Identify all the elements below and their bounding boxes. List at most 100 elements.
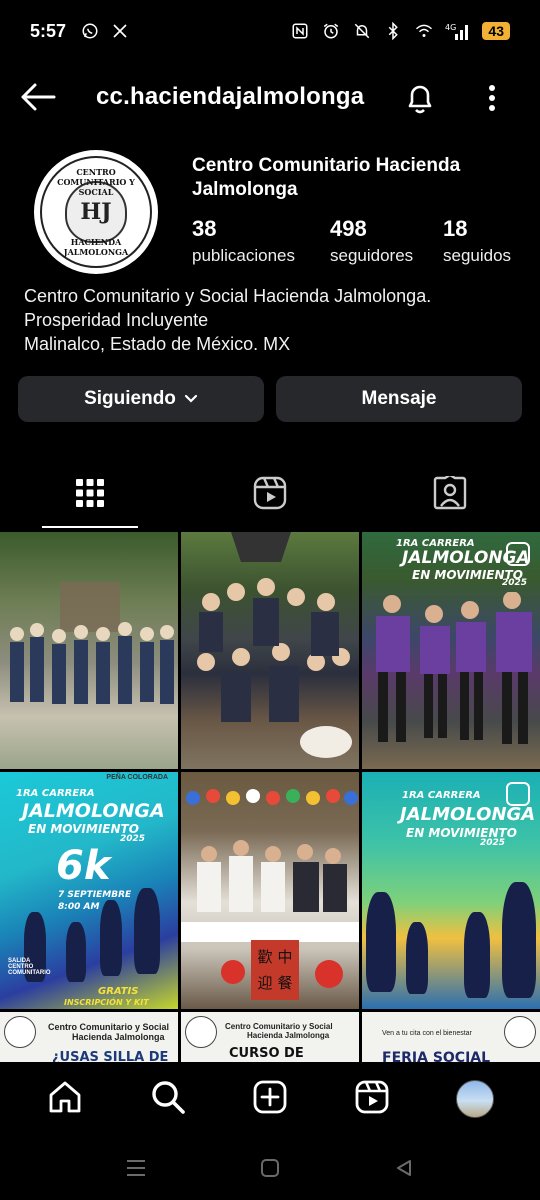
stat-posts[interactable]: 38 publicaciones xyxy=(192,216,295,266)
recents-icon[interactable] xyxy=(124,1156,148,1180)
post-thumbnail[interactable]: 歡中迎餐 xyxy=(181,772,359,1009)
seal-logo-small xyxy=(4,1016,36,1048)
alarm-icon xyxy=(321,21,341,41)
tagged-person-icon xyxy=(433,473,467,515)
chevron-down-icon xyxy=(184,388,198,410)
bio-line: Malinalco, Estado de México. MX xyxy=(24,334,291,354)
nav-reels[interactable] xyxy=(347,1074,397,1124)
post-8-headline: CURSO DE xyxy=(229,1046,304,1061)
tab-reels[interactable] xyxy=(180,462,360,528)
stat-followers-value: 498 xyxy=(330,216,367,241)
nav-profile[interactable] xyxy=(450,1074,500,1124)
profile-username: cc.haciendajalmolonga xyxy=(96,83,365,110)
post-thumbnail[interactable] xyxy=(0,532,178,769)
post-4-free: GRATIS xyxy=(98,986,139,997)
network-label: 4G xyxy=(445,23,456,32)
bluetooth-icon xyxy=(383,21,403,41)
signal-icon: 4G xyxy=(445,21,471,41)
profile-avatar[interactable]: CENTRO COMUNITARIO Y SOCIAL HJ HACIENDA … xyxy=(34,150,158,274)
more-vertical-icon[interactable] xyxy=(478,80,506,116)
system-navigation xyxy=(0,1136,540,1200)
post-thumbnail[interactable]: 1RA CARRERA JALMOLONGA EN MOVIMIENTO 202… xyxy=(362,532,540,769)
post-4-kit: INSCRIPCIÓN Y KIT xyxy=(64,998,149,1007)
post-6-carrera: 1RA CARRERA xyxy=(402,790,481,801)
search-icon xyxy=(150,1079,186,1120)
seal-text-top: CENTRO COMUNITARIO Y SOCIAL xyxy=(57,167,135,197)
post-4-carrera: 1RA CARRERA xyxy=(16,788,95,799)
back-arrow-icon[interactable] xyxy=(20,79,56,115)
runner-figure xyxy=(464,912,490,998)
reel-badge-icon xyxy=(506,782,530,806)
seal-logo-small xyxy=(504,1016,536,1048)
profile-tabs xyxy=(0,462,540,528)
post-6-year: 2025 xyxy=(480,838,506,848)
posts-grid: 1RA CARRERA JALMOLONGA EN MOVIMIENTO 202… xyxy=(0,530,540,1062)
post-thumbnail[interactable]: PEÑA COLORADA 1RA CARRERA JALMOLONGA EN … xyxy=(0,772,178,1009)
post-4-date: 7 SEPTIEMBRE xyxy=(58,890,132,900)
runner-figure xyxy=(366,892,396,992)
runner-figure xyxy=(134,888,160,974)
post-thumbnail[interactable]: Centro Comunitario y Social Hacienda Jalm… xyxy=(181,1012,359,1062)
stat-following-value: 18 xyxy=(443,216,468,241)
battery-indicator: 43 xyxy=(482,22,510,40)
post-thumbnail[interactable]: Centro Comunitario y Social Hacienda Jalm… xyxy=(0,1012,178,1062)
profile-header: cc.haciendajalmolonga xyxy=(0,70,540,124)
post-8-org: Centro Comunitario y Social Hacienda Jalm… xyxy=(225,1022,333,1040)
profile-avatar-icon xyxy=(455,1080,494,1118)
post-4-title: JALMOLONGA xyxy=(22,800,165,822)
nfc-icon xyxy=(290,21,310,41)
stat-posts-value: 38 xyxy=(192,216,217,241)
post-3-year: 2025 xyxy=(502,578,528,588)
post-6-title: JALMOLONGA xyxy=(400,804,536,825)
stat-following-label: seguidos xyxy=(443,246,512,265)
nav-search[interactable] xyxy=(143,1074,193,1124)
profile-full-name: Centro Comunitario Hacienda Jalmolonga xyxy=(192,155,461,200)
x-twitter-icon xyxy=(110,21,130,41)
message-button[interactable]: Mensaje xyxy=(276,376,522,422)
post-thumbnail[interactable] xyxy=(181,532,359,769)
post-4-header: PEÑA COLORADA xyxy=(106,774,168,781)
status-bar: 5:57 4G 43 xyxy=(0,0,540,62)
post-9-headline: FERIA SOCIAL xyxy=(382,1050,491,1062)
post-7-headline: ¿USAS SILLA DE xyxy=(52,1050,169,1062)
post-7-org: Centro Comunitario y Social Hacienda Jalm… xyxy=(48,1022,170,1042)
wifi-icon xyxy=(414,21,434,41)
runner-figure xyxy=(502,882,536,998)
grid-icon xyxy=(75,478,105,513)
post-thumbnail[interactable]: 1RA CARRERA JALMOLONGA EN MOVIMIENTO 202… xyxy=(362,772,540,1009)
stat-following[interactable]: 18 seguidos xyxy=(443,216,511,266)
tab-tagged[interactable] xyxy=(360,462,540,528)
whatsapp-icon xyxy=(80,21,100,41)
following-button[interactable]: Siguiendo xyxy=(18,376,264,422)
seal-logo: CENTRO COMUNITARIO Y SOCIAL HJ HACIENDA … xyxy=(40,156,152,268)
seal-logo-small xyxy=(185,1016,217,1048)
stat-followers-label: seguidores xyxy=(330,246,414,265)
runner-figure xyxy=(100,900,122,976)
following-button-label: Siguiendo xyxy=(84,388,176,409)
reels-icon xyxy=(253,476,287,515)
back-triangle-icon[interactable] xyxy=(392,1156,416,1180)
bell-icon[interactable] xyxy=(402,80,438,116)
stat-posts-label: publicaciones xyxy=(192,246,296,265)
reel-badge-icon xyxy=(506,542,530,566)
reels-icon xyxy=(354,1079,390,1120)
home-circle-icon[interactable] xyxy=(258,1156,282,1180)
bottom-navigation xyxy=(0,1062,540,1136)
runner-figure xyxy=(406,922,428,994)
bio-line: Centro Comunitario y Social Hacienda Jal… xyxy=(24,286,432,306)
post-4-distance: 6k xyxy=(56,843,111,889)
runner-figure xyxy=(66,922,86,982)
restaurant-sign: 歡中迎餐 xyxy=(257,948,293,992)
post-thumbnail[interactable]: Ven a tu cita con el bienestar FERIA SOC… xyxy=(362,1012,540,1062)
post-4-start: SALIDA CENTRO COMUNITARIO xyxy=(8,958,51,976)
post-4-time: 8:00 AM xyxy=(58,902,100,912)
stat-followers[interactable]: 498 seguidores xyxy=(330,216,413,266)
nav-create[interactable] xyxy=(245,1074,295,1124)
tab-grid[interactable] xyxy=(0,462,180,528)
mute-bell-icon xyxy=(352,21,372,41)
create-plus-icon xyxy=(252,1079,288,1120)
message-button-label: Mensaje xyxy=(361,388,437,409)
nav-home[interactable] xyxy=(40,1074,90,1124)
post-9-tagline: Ven a tu cita con el bienestar xyxy=(382,1030,472,1037)
post-4-year: 2025 xyxy=(120,834,146,844)
